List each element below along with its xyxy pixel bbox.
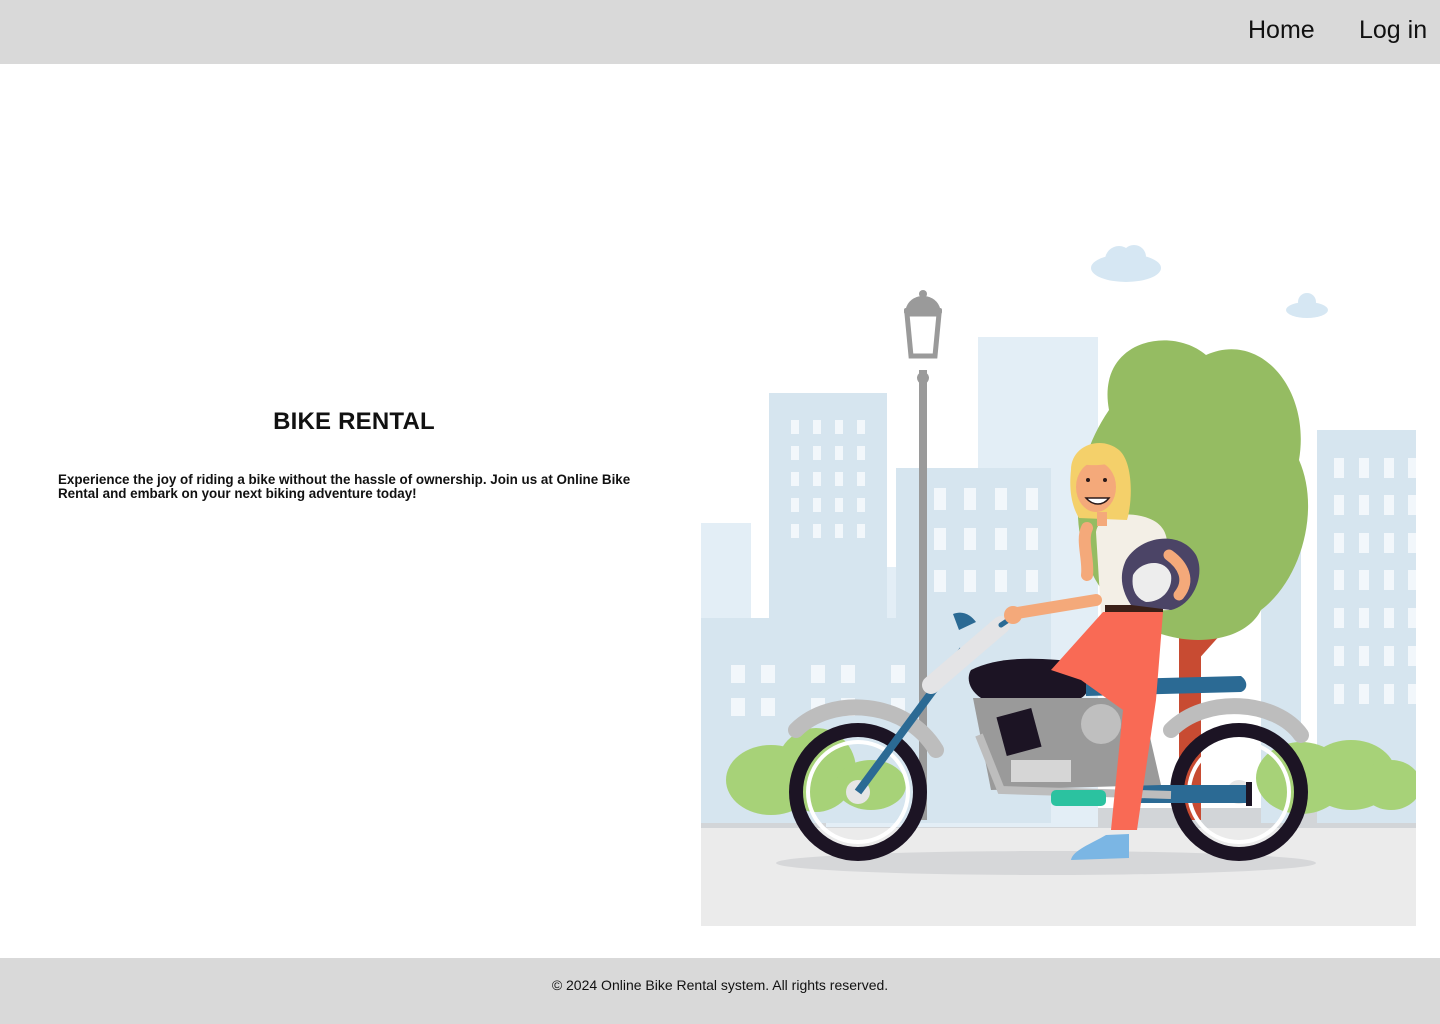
nav-home-link[interactable]: Home [1248, 14, 1315, 46]
hero-title: BIKE RENTAL [273, 408, 435, 435]
hero-description: Experience the joy of riding a bike with… [58, 472, 631, 501]
woman-with-motorcycle-illustration [701, 245, 1416, 926]
footer-copyright: © 2024 Online Bike Rental system. All ri… [551, 977, 889, 993]
nav-login-link[interactable]: Log in [1359, 14, 1427, 46]
top-navigation-bar: Home Log in [0, 0, 1440, 64]
